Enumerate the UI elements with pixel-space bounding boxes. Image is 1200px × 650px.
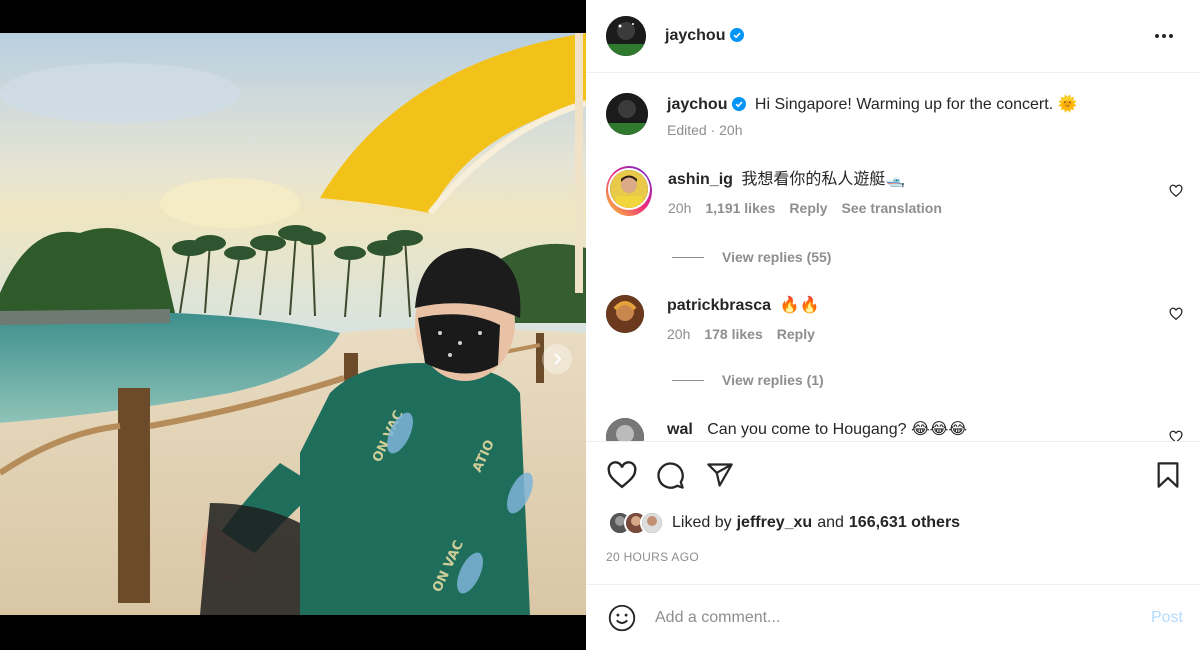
beach-photo-illustration: ON VAC ON VAC ATIO bbox=[0, 33, 586, 615]
comment-likes[interactable]: 178 likes bbox=[704, 326, 762, 342]
caption-username[interactable]: jaychou bbox=[667, 96, 727, 113]
comment-time: 20h bbox=[668, 200, 692, 216]
comment-icon[interactable] bbox=[656, 461, 685, 490]
commenter-avatar[interactable] bbox=[606, 418, 644, 441]
post-caption: jaychou Hi Singapore! Warming up for the… bbox=[606, 93, 1078, 138]
post-photo[interactable]: ON VAC ON VAC ATIO bbox=[0, 33, 586, 615]
post-detail-panel: jaychou jaychou Hi Singapore! Warming up… bbox=[586, 0, 1200, 650]
reply-button[interactable]: Reply bbox=[789, 200, 827, 216]
comment-like-heart-icon[interactable] bbox=[1169, 184, 1183, 198]
heart-icon[interactable] bbox=[607, 461, 637, 489]
emoji-icon[interactable] bbox=[608, 604, 636, 632]
author-username[interactable]: jaychou bbox=[665, 27, 745, 45]
author-avatar[interactable] bbox=[606, 16, 646, 56]
verified-badge-icon bbox=[730, 28, 745, 42]
author-name[interactable]: jaychou bbox=[665, 27, 725, 44]
carousel-next-icon[interactable] bbox=[542, 344, 572, 374]
caption-edited-time: Edited · 20h bbox=[667, 122, 743, 138]
reply-button[interactable]: Reply bbox=[777, 326, 815, 342]
commenter-avatar[interactable] bbox=[606, 295, 644, 333]
likes-summary: Liked by jeffrey_xu and 166,631 others bbox=[608, 511, 960, 535]
liked-by-label: Liked by bbox=[672, 514, 732, 531]
comment-username[interactable]: ashin_ig bbox=[668, 171, 733, 188]
comment-item: wal Can you come to Hougang? 😂😂😂 bbox=[606, 418, 967, 441]
comment-item: ashin_ig 我想看你的私人遊艇🛥️ 20h 1,191 likes Rep… bbox=[606, 166, 942, 216]
comment-text: Can you come to Hougang? 😂😂😂 bbox=[707, 421, 968, 438]
likes-count[interactable]: 166,631 others bbox=[849, 514, 960, 532]
comment-input[interactable] bbox=[655, 608, 1125, 627]
verified-badge-icon bbox=[732, 97, 747, 111]
comment-text: 🔥🔥 bbox=[779, 297, 820, 314]
comment-username[interactable]: patrickbrasca bbox=[667, 297, 771, 314]
author-avatar[interactable] bbox=[606, 93, 648, 135]
comment-text: 我想看你的私人遊艇🛥️ bbox=[741, 171, 906, 188]
comment-likes[interactable]: 1,191 likes bbox=[705, 200, 775, 216]
more-options-icon[interactable] bbox=[1152, 24, 1176, 48]
bookmark-icon[interactable] bbox=[1156, 461, 1180, 489]
post-timestamp[interactable]: 20 HOURS AGO bbox=[606, 550, 699, 564]
comment-time: 20h bbox=[667, 326, 691, 342]
liker-avatars[interactable] bbox=[608, 511, 664, 535]
liked-by-and: and bbox=[817, 514, 844, 531]
view-replies-button[interactable]: View replies (1) bbox=[672, 372, 824, 388]
comment-like-heart-icon[interactable] bbox=[1169, 430, 1183, 441]
post-comment-button[interactable]: Post bbox=[1151, 609, 1183, 627]
post-media: ON VAC ON VAC ATIO bbox=[0, 0, 586, 650]
comment-like-heart-icon[interactable] bbox=[1169, 307, 1183, 321]
view-replies-button[interactable]: View replies (55) bbox=[672, 249, 831, 265]
comment-item: patrickbrasca 🔥🔥 20h 178 likes Reply bbox=[606, 295, 819, 342]
comments-list[interactable]: jaychou Hi Singapore! Warming up for the… bbox=[586, 74, 1200, 441]
commenter-avatar[interactable] bbox=[610, 170, 648, 208]
post-actions: Liked by jeffrey_xu and 166,631 others 2… bbox=[586, 441, 1200, 584]
story-ring[interactable] bbox=[606, 166, 652, 216]
add-comment-bar: Post bbox=[586, 584, 1200, 650]
see-translation-button[interactable]: See translation bbox=[842, 200, 942, 216]
caption-text: Hi Singapore! Warming up for the concert… bbox=[754, 96, 1078, 113]
liker-avatar bbox=[640, 511, 664, 535]
liked-by-user[interactable]: jeffrey_xu bbox=[737, 514, 813, 532]
post-header: jaychou bbox=[586, 0, 1200, 73]
comment-username[interactable]: wal bbox=[667, 421, 693, 438]
share-icon[interactable] bbox=[706, 461, 734, 489]
